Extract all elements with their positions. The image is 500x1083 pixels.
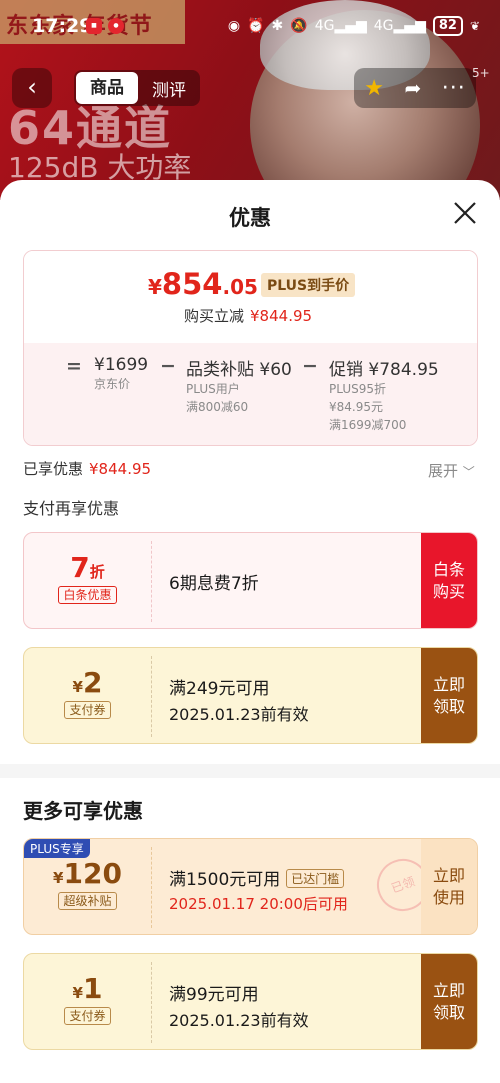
bluetooth-icon: ✱ [271, 18, 284, 34]
coupon-tag: 支付券 [64, 1007, 111, 1025]
coupon-expiry: 2025.01.23前有效 [169, 1011, 309, 1030]
signal-icon: 4G▂▄▆ [373, 18, 426, 34]
battery-indicator: 82 [432, 16, 463, 36]
final-price: ¥854.05 [148, 267, 258, 301]
coupon-condition: 满99元可用 [169, 985, 259, 1005]
coupon-condition: 满249元可用 [169, 679, 270, 699]
plus-subsidy-coupon: PLUS专享 ¥120 超级补贴 满1500元可用 已达门槛 2025.01.17… [23, 838, 478, 935]
app-notification-icon: ■ [86, 18, 102, 34]
coupon-desc: 6期息费7折 [169, 574, 259, 594]
minus-sign: − [160, 355, 176, 377]
coupon-expiry: 2025.01.23前有效 [169, 705, 309, 724]
jd-price: ¥1699 京东价 [94, 355, 149, 391]
share-icon[interactable]: ➦ [404, 76, 421, 100]
leaf-icon: ❦ [469, 19, 480, 33]
pay-coupon: ¥1 支付券 满99元可用 2025.01.23前有效 立即 领取 [23, 953, 478, 1050]
coupon-tag: 超级补贴 [58, 892, 117, 910]
nav-actions: ★ ➦ ··· [354, 68, 476, 108]
equals-sign: = [66, 355, 82, 377]
baitiao-buy-button[interactable]: 白条 购买 [421, 533, 477, 628]
nav-tabs: 商品 测评 [74, 70, 200, 106]
buy-reduce-line: 购买立减 ¥844.95 [184, 307, 313, 325]
alarm-icon: ⏰ [247, 18, 265, 34]
pay-coupon: ¥2 支付券 满249元可用 2025.01.23前有效 立即 领取 [23, 647, 478, 744]
more-offers-title: 更多可享优惠 [23, 799, 143, 823]
tab-product[interactable]: 商品 [76, 72, 138, 104]
category-subsidy: 品类补贴 ¥60 PLUS用户 满800减60 [186, 360, 292, 414]
enjoyed-discount: 已享优惠 ¥844.95 [23, 460, 152, 478]
close-icon[interactable] [452, 200, 478, 226]
coupon-tag: 支付券 [64, 701, 111, 719]
chevron-down-icon: ﹀ [462, 465, 475, 479]
coupon-value: ¥120 超级补贴 [53, 857, 122, 910]
coupon-tag: 白条优惠 [58, 586, 117, 604]
promotion: 促销 ¥784.95 PLUS95折 ¥84.95元 满1699减700 [329, 360, 439, 432]
baitiao-coupon: 7折 白条优惠 6期息费7折 白条 购买 [23, 532, 478, 629]
chevron-left-icon: ‹ [27, 73, 37, 101]
mute-icon: 🔕 [290, 18, 308, 34]
sheet-title: 优惠 [229, 206, 271, 230]
pay-more-title: 支付再享优惠 [23, 499, 120, 518]
more-icon[interactable]: ··· [442, 76, 466, 101]
discount-sheet: 优惠 ¥854.05 PLUS到手价 购买立减 ¥844.95 = ¥1699 京… [0, 180, 500, 1083]
signal-icon: 4G▂▄▆ [314, 18, 367, 34]
status-time: 17:29 [32, 15, 93, 37]
tab-review[interactable]: 测评 [138, 76, 200, 101]
eye-icon: ◉ [227, 18, 241, 34]
coupon-value: ¥2 支付券 [24, 648, 151, 743]
plus-price-tag: PLUS到手价 [261, 273, 356, 297]
star-icon[interactable]: ★ [364, 76, 384, 101]
status-bar: 17:29 ■ ● ◉ ⏰ ✱ 🔕 4G▂▄▆ 4G▂▄▆ 82 ❦ [0, 0, 500, 56]
app-notification-icon: ● [108, 18, 124, 34]
coupon-start-time: 2025.01.17 20:00后可用 [169, 895, 348, 913]
price-breakdown-card: ¥854.05 PLUS到手价 购买立减 ¥844.95 = ¥1699 京东价 … [23, 250, 478, 446]
claim-button[interactable]: 立即 领取 [421, 954, 477, 1049]
expand-button[interactable]: 展开 ﹀ [428, 460, 475, 481]
back-button[interactable]: ‹ [12, 68, 52, 108]
message-count-badge: 5+ [472, 66, 490, 80]
coupon-condition: 满1500元可用 已达门槛 [169, 865, 348, 890]
minus-sign: − [302, 355, 318, 377]
section-divider [0, 764, 500, 778]
threshold-tag: 已达门槛 [286, 869, 345, 888]
coupon-value: ¥1 支付券 [24, 954, 151, 1049]
coupon-value: 7折 白条优惠 [24, 533, 151, 628]
use-button[interactable]: 立即 使用 [421, 839, 477, 934]
status-icons: ◉ ⏰ ✱ 🔕 4G▂▄▆ 4G▂▄▆ 82 ❦ [228, 16, 480, 36]
claim-button[interactable]: 立即 领取 [421, 648, 477, 743]
